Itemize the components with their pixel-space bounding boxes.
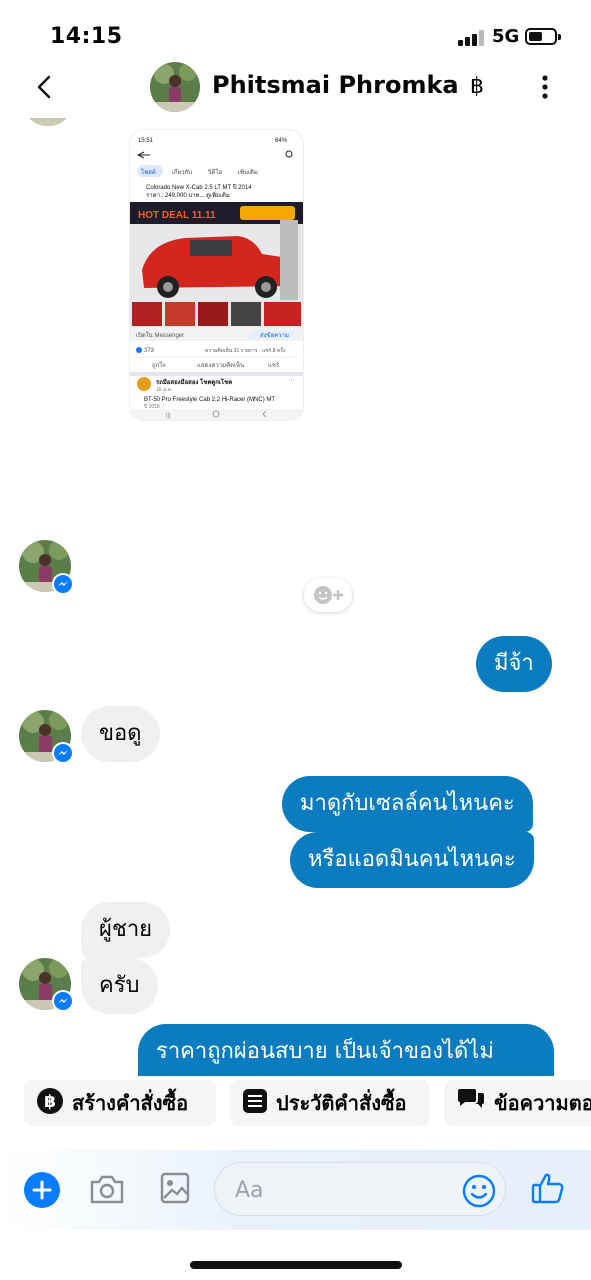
order-history-button[interactable]: ประวัติคำสั่งซื้อ <box>230 1080 430 1126</box>
svg-text:···: ··· <box>288 377 295 384</box>
message-bubble-incoming[interactable]: ผู้ชาย <box>81 902 171 958</box>
list-icon <box>242 1088 268 1119</box>
shot-messenger-link: เปิดใน Messenger <box>136 331 184 339</box>
shot-page-time: 16 ม.ค. <box>156 387 172 393</box>
chevron-left-icon <box>37 75 51 99</box>
header-avatar[interactable] <box>150 62 200 112</box>
chat-header: Phitsmai Phromka ฿ <box>0 58 591 118</box>
shot-banner-text: HOT DEAL 11.11 <box>138 210 216 221</box>
quick-replies-bar: ฿ สร้างคำสั่งซื้อ ประวัติคำสั่งซื้อ ข้อค… <box>0 1074 591 1130</box>
status-time: 14:15 <box>50 24 123 49</box>
messages-button[interactable]: ข้อความตอ <box>444 1080 591 1126</box>
more-vertical-icon <box>542 75 548 99</box>
network-label: 5G <box>492 26 520 47</box>
shot-post-price: ราคา : 249,000 บาท... ดูเพิ่มเติม <box>146 191 230 199</box>
message-bubble-incoming[interactable]: ขอดู <box>81 706 160 762</box>
shot-post-title: Colorado New X-Cab 2.5 LT MT ปี 2014 <box>146 183 252 191</box>
thumbs-up-icon <box>531 1173 564 1204</box>
add-button[interactable] <box>24 1172 60 1208</box>
shot-likes-count: 373 <box>144 348 155 354</box>
create-order-button[interactable]: ฿ สร้างคำสั่งซื้อ <box>24 1080 216 1126</box>
messenger-badge-icon <box>52 990 74 1012</box>
message-bubble-incoming[interactable]: ครับ <box>81 958 158 1014</box>
message-bubble-outgoing[interactable]: หรือแอดมินคนไหนคะ <box>290 832 534 888</box>
emoji-button[interactable] <box>462 1174 496 1212</box>
message-bubble-outgoing[interactable]: มีจ้า <box>476 636 552 692</box>
messenger-badge-icon <box>52 742 74 764</box>
shot-tab-more: เพิ่มเติม <box>238 168 258 176</box>
gallery-button[interactable] <box>160 1172 190 1208</box>
messages-label: ข้อความตอ <box>494 1091 591 1115</box>
shot-send-message: ส่งข้อความ <box>260 332 289 339</box>
svg-text:84%: 84% <box>275 138 288 144</box>
image-icon <box>160 1172 190 1204</box>
more-options-button[interactable] <box>530 70 560 104</box>
shot-status-time: 15:51 <box>138 138 154 144</box>
shot-next-post-year: ปี 2018 <box>144 403 160 410</box>
back-button[interactable] <box>28 70 62 104</box>
shot-next-post-title: BT-50 Pro Freestyle Cab 2.2 Hi-Racer (MN… <box>144 397 275 403</box>
svg-text:|||: ||| <box>166 413 171 419</box>
signal-icon <box>458 30 484 46</box>
camera-button[interactable] <box>88 1172 126 1210</box>
baht-circle-icon: ฿ <box>36 1087 64 1120</box>
shot-tab-videos: วิดีโอ <box>207 168 222 176</box>
baht-payment-button[interactable]: ฿ <box>470 74 484 99</box>
message-input[interactable] <box>235 1173 465 1207</box>
order-history-label: ประวัติคำสั่งซื้อ <box>276 1091 407 1115</box>
add-reaction-button[interactable] <box>304 578 352 612</box>
thumbs-up-button[interactable] <box>530 1170 566 1210</box>
message-composer <box>0 1150 591 1230</box>
battery-icon <box>525 28 561 45</box>
shot-tab-posts: โพสต์ <box>141 168 156 176</box>
emoji-plus-icon <box>314 586 343 604</box>
shared-screenshot-image[interactable]: 15:51 84% โพสต์ เกี่ยวกับ วิดีโอ เพิ่มเต… <box>130 130 303 420</box>
message-bubble-outgoing[interactable]: มาดูกับเซลล์คนไหนคะ <box>282 776 533 832</box>
shot-tab-about: เกี่ยวกับ <box>172 168 192 176</box>
home-indicator[interactable] <box>190 1261 402 1269</box>
smiley-icon <box>462 1174 496 1208</box>
shot-page-name: รถมือสองมือสอง โชคดูกเโชค <box>156 378 232 387</box>
shot-action-like: ถูกใจ <box>152 361 166 369</box>
create-order-label: สร้างคำสั่งซื้อ <box>72 1091 189 1115</box>
chat-bubbles-icon <box>456 1088 486 1119</box>
plus-icon <box>32 1180 52 1200</box>
camera-icon <box>90 1175 124 1204</box>
svg-text:฿: ฿ <box>44 1092 56 1112</box>
contact-name[interactable]: Phitsmai Phromka <box>212 71 459 99</box>
shot-action-share: แชร์ <box>268 361 280 369</box>
message-bubble-outgoing[interactable]: ราคาถูกผ่อนสบาย เป็นเจ้าของได้ไม่ <box>138 1024 554 1076</box>
messenger-badge-icon <box>52 573 74 595</box>
